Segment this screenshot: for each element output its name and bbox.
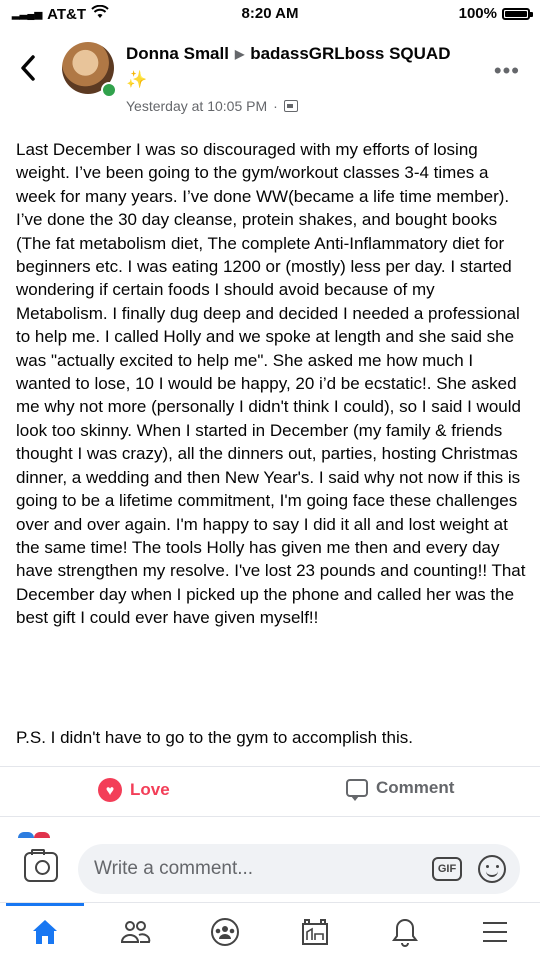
friends-tab[interactable] bbox=[90, 903, 180, 961]
groups-tab[interactable] bbox=[180, 903, 270, 961]
home-tab[interactable] bbox=[0, 903, 90, 961]
comment-button[interactable]: Comment bbox=[346, 778, 455, 801]
comment-input[interactable] bbox=[92, 857, 432, 881]
battery-percent: 100% bbox=[458, 5, 497, 22]
home-icon bbox=[33, 920, 57, 944]
back-button[interactable] bbox=[18, 54, 38, 88]
pages-tab[interactable] bbox=[270, 903, 360, 961]
post-meta: Yesterday at 10:05 PM · bbox=[126, 98, 298, 114]
post-timestamp[interactable]: Yesterday at 10:05 PM bbox=[126, 98, 267, 114]
bell-icon bbox=[392, 918, 418, 947]
comment-composer: GIF bbox=[0, 838, 540, 902]
notifications-tab[interactable] bbox=[360, 903, 450, 961]
love-label: Love bbox=[130, 780, 170, 799]
pages-icon bbox=[302, 919, 328, 945]
online-indicator bbox=[101, 82, 117, 98]
friends-icon bbox=[120, 921, 151, 943]
post-body: Last December I was so discouraged with … bbox=[16, 140, 526, 628]
bottom-tab-bar bbox=[0, 902, 540, 961]
post-ps: P.S. I didn't have to go to the gym to a… bbox=[16, 728, 413, 747]
menu-tab[interactable] bbox=[450, 903, 540, 961]
groups-icon bbox=[211, 918, 239, 946]
battery-icon bbox=[502, 7, 533, 20]
more-options-button[interactable]: ••• bbox=[494, 58, 520, 84]
post-actions: ♥ Love Comment bbox=[0, 770, 540, 810]
arrow-right-icon: ▶ bbox=[234, 47, 245, 61]
menu-icon bbox=[483, 922, 507, 942]
group-audience-icon bbox=[283, 100, 298, 112]
emoji-icon[interactable] bbox=[478, 855, 506, 883]
meta-separator: · bbox=[273, 98, 278, 114]
love-button[interactable]: ♥ Love bbox=[98, 778, 170, 802]
comment-input-wrapper: GIF bbox=[78, 844, 520, 894]
author-name[interactable]: Donna Small bbox=[126, 44, 229, 64]
post-header: Donna Small ▶ badassGRLboss SQUAD ✨ Yest… bbox=[0, 36, 540, 126]
divider bbox=[0, 766, 540, 767]
divider bbox=[0, 816, 540, 817]
comment-label: Comment bbox=[376, 778, 455, 797]
chevron-left-icon bbox=[21, 55, 35, 81]
heart-icon: ♥ bbox=[98, 778, 122, 802]
post-title: Donna Small ▶ badassGRLboss SQUAD bbox=[126, 44, 450, 64]
group-name[interactable]: badassGRLboss SQUAD bbox=[250, 44, 450, 64]
battery-group: 100% bbox=[458, 5, 533, 22]
gif-button[interactable]: GIF bbox=[432, 857, 462, 881]
camera-icon[interactable] bbox=[24, 849, 58, 882]
status-bar: ▂▃▄▅ AT&T 8:20 AM 100% bbox=[0, 0, 540, 28]
comment-bubble-icon bbox=[346, 779, 368, 801]
sparkles-emoji: ✨ bbox=[126, 70, 148, 89]
